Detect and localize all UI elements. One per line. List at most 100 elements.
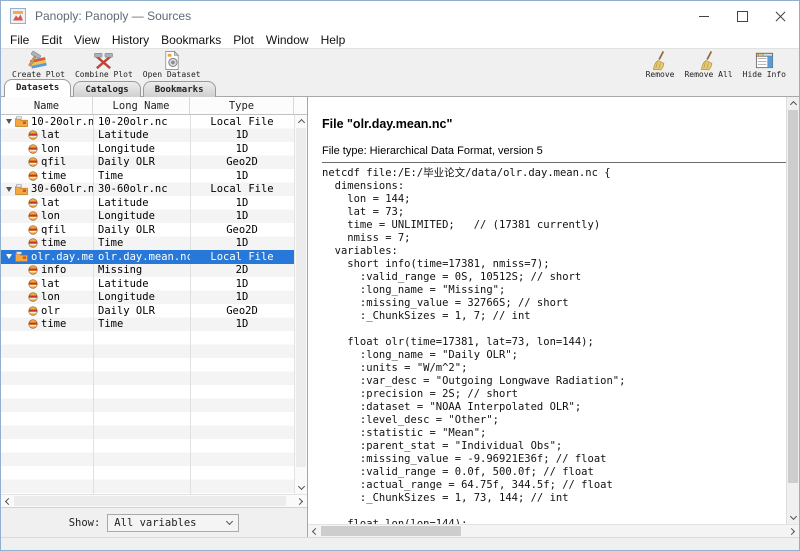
title-bar: Panoply: Panoply — Sources <box>1 1 799 31</box>
info-horizontal-scrollbar[interactable] <box>308 524 799 537</box>
variable-name-text: qfil <box>41 156 66 168</box>
tree-row-time[interactable]: timeTime1D <box>1 169 294 183</box>
menu-item-file[interactable]: File <box>4 33 35 47</box>
maximize-button[interactable] <box>723 1 761 31</box>
tree-row-lon[interactable]: lonLongitude1D <box>1 291 294 305</box>
info-vscroll-track[interactable] <box>787 110 799 511</box>
tree-cell-long-name: Longitude <box>93 142 190 156</box>
tree-cell-long-name: Missing <box>93 264 190 278</box>
variable-name-text: info <box>41 264 66 276</box>
info-vertical-scrollbar[interactable] <box>786 97 799 524</box>
show-variables-dropdown[interactable]: All variables <box>107 514 239 532</box>
scroll-left-icon[interactable] <box>1 495 14 508</box>
scroll-right-icon[interactable] <box>294 495 307 508</box>
menu-item-help[interactable]: Help <box>315 33 352 47</box>
tree-cell-name: time <box>1 169 93 183</box>
window-title: Panoply: Panoply — Sources <box>35 9 685 23</box>
scroll-right-icon[interactable] <box>786 525 799 538</box>
main-area: Name Long Name Type 10-20olr.nc10-20olr.… <box>1 97 799 537</box>
remove-all-button[interactable]: Remove All <box>681 50 735 79</box>
tree-row-30-60olr-nc[interactable]: 30-60olr.nc30-60olr.ncLocal File <box>1 183 294 197</box>
create-plot-icon <box>28 50 49 71</box>
tree-row-lat[interactable]: latLatitude1D <box>1 129 294 143</box>
tree-row-lat[interactable]: latLatitude1D <box>1 196 294 210</box>
close-button[interactable] <box>761 1 799 31</box>
tree-row-lon[interactable]: lonLongitude1D <box>1 142 294 156</box>
tree-cell-type: 1D <box>190 196 294 210</box>
combine-plot-button[interactable]: Combine Plot <box>72 50 136 79</box>
tab-bookmarks[interactable]: Bookmarks <box>143 81 216 97</box>
menu-item-bookmarks[interactable]: Bookmarks <box>155 33 227 47</box>
minimize-icon <box>699 16 709 17</box>
header-bar: Create Plot Combine Plot Open Dataset Remo… <box>1 49 799 97</box>
tree-hscroll-track[interactable] <box>14 495 294 507</box>
variable-icon <box>28 171 38 181</box>
tab-catalogs[interactable]: Catalogs <box>73 81 140 97</box>
column-header-name[interactable]: Name <box>1 97 93 114</box>
tree-cell-long-name: Daily OLR <box>93 156 190 170</box>
menu-item-window[interactable]: Window <box>260 33 315 47</box>
create-plot-button[interactable]: Create Plot <box>9 50 68 79</box>
expand-triangle-icon[interactable] <box>6 254 12 259</box>
tree-row-lon[interactable]: lonLongitude1D <box>1 210 294 224</box>
expand-triangle-icon[interactable] <box>6 187 12 192</box>
tree-row-10-20olr-nc[interactable]: 10-20olr.nc10-20olr.ncLocal File <box>1 115 294 129</box>
tree-row-lat[interactable]: latLatitude1D <box>1 277 294 291</box>
tab-datasets[interactable]: Datasets <box>4 79 71 97</box>
open-dataset-icon <box>161 50 182 71</box>
tool-label: Combine Plot <box>75 70 133 79</box>
variable-name-text: lat <box>41 129 60 141</box>
tree-row-time[interactable]: timeTime1D <box>1 237 294 251</box>
tree-cell-long-name: Longitude <box>93 291 190 305</box>
tree-table-header: Name Long Name Type <box>1 97 307 115</box>
tree-cell-type: 1D <box>190 210 294 224</box>
expand-triangle-icon[interactable] <box>6 119 12 124</box>
tree-row-info[interactable]: info Missing2D <box>1 264 294 278</box>
tree-row-olr-day-mea-[interactable]: olr.day.mea...olr.day.mean.ncLocal File <box>1 250 294 264</box>
tree-vscroll-track[interactable] <box>295 128 307 481</box>
tree-vscroll-thumb[interactable] <box>296 128 306 467</box>
menu-item-view[interactable]: View <box>68 33 106 47</box>
tree-horizontal-scrollbar[interactable] <box>1 494 307 507</box>
tree-row-qfil[interactable]: qfilDaily OLRGeo2D <box>1 223 294 237</box>
column-header-long-name[interactable]: Long Name <box>93 97 190 114</box>
toolbar: Create Plot Combine Plot Open Dataset Remo… <box>1 49 799 79</box>
tool-label: Create Plot <box>12 70 65 79</box>
tree-cell-long-name: Daily OLR <box>93 304 190 318</box>
minimize-button[interactable] <box>685 1 723 31</box>
source-tabs: DatasetsCatalogsBookmarks <box>4 79 218 97</box>
file-type-line: File type: Hierarchical Data Format, ver… <box>322 145 786 157</box>
tree-cell-long-name: Latitude <box>93 277 190 291</box>
scroll-up-icon[interactable] <box>295 115 308 128</box>
scroll-down-icon[interactable] <box>787 511 800 524</box>
tree-vertical-scrollbar[interactable] <box>294 115 307 494</box>
open-dataset-button[interactable]: Open Dataset <box>140 50 204 79</box>
menu-item-history[interactable]: History <box>106 33 155 47</box>
variable-icon <box>28 157 38 167</box>
menu-item-edit[interactable]: Edit <box>35 33 68 47</box>
variable-name-text: lon <box>41 210 60 222</box>
variable-icon <box>28 198 38 208</box>
tree-row-olr[interactable]: olrDaily OLRGeo2D <box>1 304 294 318</box>
tree-hscroll-thumb[interactable] <box>14 496 286 506</box>
scroll-left-icon[interactable] <box>308 525 321 538</box>
column-header-type[interactable]: Type <box>190 97 294 114</box>
hide-info-button[interactable]: Hide Info <box>740 50 789 79</box>
scroll-up-icon[interactable] <box>787 97 800 110</box>
tree-cell-name: 30-60olr.nc <box>1 183 93 197</box>
scroll-down-icon[interactable] <box>295 481 308 494</box>
tree-cell-type: 1D <box>190 291 294 305</box>
tree-cell-type: 2D <box>190 264 294 278</box>
menu-item-plot[interactable]: Plot <box>227 33 260 47</box>
toolbar-left-group: Create Plot Combine Plot Open Dataset <box>9 50 204 79</box>
tree-cell-name: lat <box>1 196 93 210</box>
info-vscroll-thumb[interactable] <box>788 110 798 483</box>
tree-cell-type: 1D <box>190 129 294 143</box>
tree-row-time[interactable]: timeTime1D <box>1 318 294 332</box>
info-hscroll-track[interactable] <box>321 525 786 537</box>
info-hscroll-thumb[interactable] <box>321 526 461 536</box>
tree-row-qfil[interactable]: qfilDaily OLRGeo2D <box>1 156 294 170</box>
remove-button[interactable]: Remove <box>643 50 678 79</box>
tree-cell-name: lon <box>1 210 93 224</box>
tree-cell-name: info <box>1 264 93 278</box>
